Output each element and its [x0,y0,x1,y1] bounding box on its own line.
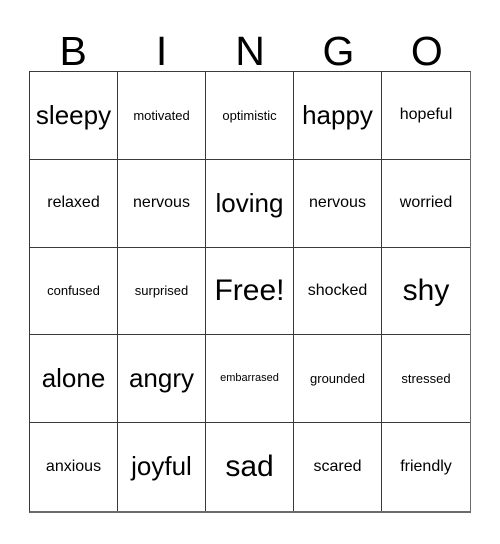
bingo-cell[interactable]: stressed [382,335,470,424]
bingo-cell[interactable]: happy [294,72,382,160]
bingo-cell[interactable]: hopeful [382,72,470,160]
bingo-cell-label: sleepy [35,99,112,130]
bingo-cell-label: grounded [310,370,365,386]
bingo-cell[interactable]: motivated [118,72,206,160]
bingo-cell[interactable]: nervous [118,159,206,248]
bingo-cell[interactable]: Free! [206,247,294,336]
bingo-cell[interactable]: alone [30,335,118,424]
bingo-cell[interactable]: loving [206,159,294,248]
header-letter-g: G [322,28,355,75]
bingo-cell-label: stressed [401,370,451,386]
bingo-cell[interactable]: surprised [118,247,206,336]
header-letter-n: N [235,28,265,75]
header-letter-b: B [59,28,87,75]
bingo-cell-label: relaxed [47,193,100,211]
bingo-cell[interactable]: embarrased [206,335,294,424]
header-letter-i: I [155,28,168,75]
bingo-cell[interactable]: relaxed [30,159,118,248]
bingo-cell-label: scared [313,457,362,475]
bingo-cell-label: worried [399,193,453,211]
bingo-cell[interactable]: sleepy [30,72,118,160]
bingo-cell-label: loving [215,187,284,218]
bingo-cell[interactable]: shocked [294,247,382,336]
bingo-cell[interactable]: worried [382,159,470,248]
bingo-cell[interactable]: nervous [294,159,382,248]
bingo-cell[interactable]: joyful [118,423,206,511]
bingo-cell-label: shocked [307,281,368,299]
bingo-cell-label: nervous [133,193,190,211]
bingo-cell-label: joyful [131,451,192,482]
bingo-cell-label: happy [302,99,373,130]
bingo-cell[interactable]: shy [382,247,470,336]
bingo-cell[interactable]: angry [118,335,206,424]
bingo-cell-label: anxious [45,457,102,475]
bingo-cell-label: hopeful [399,106,453,123]
bingo-cell-label: embarrased [220,372,279,385]
bingo-cell-label: surprised [134,283,189,299]
bingo-cell[interactable]: optimistic [206,72,294,160]
bingo-card: B I N G O sleepy motivated optimistic happy… [0,0,500,544]
bingo-cell[interactable]: friendly [382,423,470,511]
bingo-cell[interactable]: confused [30,247,118,336]
bingo-cell-label: alone [41,363,106,394]
bingo-cell-label: angry [128,363,195,394]
bingo-cell[interactable]: anxious [30,423,118,511]
bingo-cell-label: nervous [309,193,366,211]
bingo-cell[interactable]: grounded [294,335,382,424]
bingo-cell-label: confused [47,283,100,299]
bingo-cell[interactable]: scared [294,423,382,511]
bingo-cell[interactable]: sad [206,423,294,511]
bingo-cell-label: friendly [400,457,452,475]
bingo-cell-label: motivated [133,107,190,123]
bingo-cell-label: optimistic [222,107,277,123]
bingo-cell-label: sad [225,450,274,484]
bingo-cell-label: Free! [214,274,285,308]
header-letter-o: O [410,28,443,75]
bingo-header-row: B I N G O [29,19,471,75]
bingo-cell-label: shy [402,274,450,308]
bingo-grid: sleepy motivated optimistic happy hopeful rel… [29,71,471,513]
